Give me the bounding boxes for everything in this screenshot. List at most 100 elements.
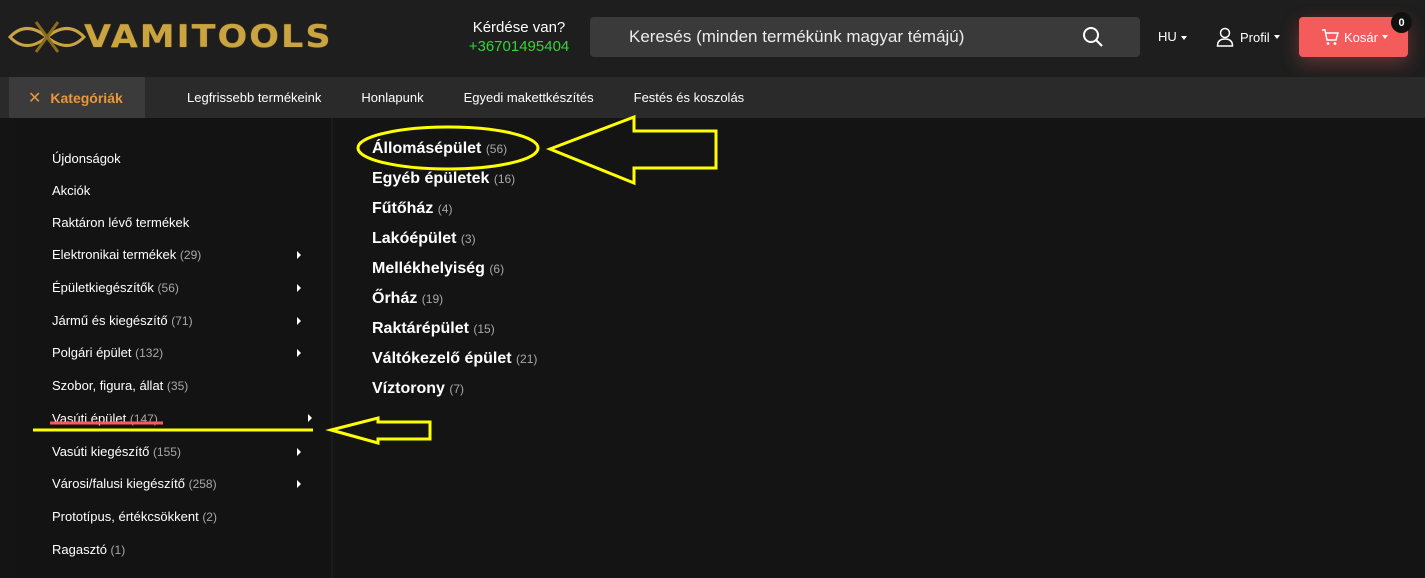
sidebar-item-label: Polgári épület	[52, 345, 132, 360]
close-icon: ✕	[28, 89, 42, 107]
subcategory-count: (15)	[473, 322, 495, 336]
categories-toggle-button[interactable]: ✕ Kategóriák	[9, 77, 145, 118]
header: VAMITOOLS Kérdése van? +36701495404 Kere…	[0, 0, 1425, 77]
sidebar-item-label: Akciók	[52, 183, 91, 198]
subcategory-item[interactable]: Lakóépület (3)	[372, 230, 476, 248]
subcategory-item[interactable]: Egyéb épületek (16)	[372, 170, 515, 188]
subcategory-item[interactable]: Őrház (19)	[372, 290, 443, 308]
sidebar-item[interactable]: Városi/falusi kiegészítő (258)	[52, 476, 217, 491]
subcategory-label: Egyéb épületek	[372, 170, 490, 187]
logo-mark-icon	[7, 21, 87, 53]
sidebar-item-count: (147)	[129, 412, 158, 426]
subcategory-item[interactable]: Raktárépület (15)	[372, 320, 495, 338]
subcategory-item[interactable]: Mellékhelyiség (6)	[372, 260, 504, 278]
subcategory-count: (4)	[437, 202, 453, 216]
subcategory-label: Fűtőház	[372, 200, 434, 217]
contact-phone[interactable]: +36701495404	[462, 38, 576, 55]
subcategory-label: Váltókezelő épület	[372, 350, 512, 367]
subcategory-count: (3)	[460, 232, 476, 246]
sidebar-item-label: Elektronikai termékek	[52, 247, 177, 262]
subcategory-label: Víztorony	[372, 380, 445, 397]
chevron-down-icon	[1381, 35, 1388, 39]
subcategory-count: (16)	[493, 172, 516, 186]
categories-label: Kategóriák	[50, 89, 123, 106]
sidebar-item[interactable]: Polgári épület (132)	[52, 345, 163, 360]
sidebar-item-label: Jármű és kiegészítő	[52, 313, 168, 328]
subcategory-count: (56)	[485, 142, 508, 156]
subcategory-item[interactable]: Fűtőház (4)	[372, 200, 452, 218]
main-nav: ✕ Kategóriák Legfrissebb termékeink Honl…	[0, 77, 1425, 118]
search-placeholder: Keresés (minden termékünk magyar témájú)	[629, 27, 965, 46]
sidebar-item-count: (29)	[179, 248, 202, 262]
chevron-right-icon	[297, 349, 301, 357]
logo-text: VAMITOOLS	[84, 19, 333, 55]
nav-link-newest[interactable]: Legfrissebb termékeink	[187, 90, 321, 105]
sidebar-item[interactable]: Elektronikai termékek (29)	[52, 247, 201, 262]
nav-link-painting[interactable]: Festés és koszolás	[634, 90, 745, 105]
sidebar-item[interactable]: Ragasztó (1)	[52, 542, 125, 557]
sidebar-item[interactable]: Raktáron lévő termékek	[52, 215, 189, 230]
sidebar-item-label: Ragasztó	[52, 542, 107, 557]
subcategory-label: Raktárépület	[372, 320, 469, 337]
subcategory-item[interactable]: Víztorony (7)	[372, 380, 464, 398]
sidebar-item-label: Épületkiegészítők	[52, 280, 154, 295]
nav-link-custom-models[interactable]: Egyedi makettkészítés	[464, 90, 594, 105]
subcategory-label: Lakóépület	[372, 230, 457, 247]
chevron-right-icon	[297, 284, 301, 292]
chevron-right-icon	[297, 448, 301, 456]
sidebar-item-label: Szobor, figura, állat	[52, 378, 164, 393]
sidebar-item-label: Prototípus, értékcsökkent	[52, 509, 199, 524]
sidebar-item-label: Vasúti kiegészítő	[52, 444, 150, 459]
subcategory-label: Állomásépület	[372, 140, 482, 157]
sidebar-item-label: Újdonságok	[52, 151, 121, 166]
cart-button[interactable]: Kosár 0	[1299, 12, 1412, 57]
subcategory-count: (19)	[421, 292, 444, 306]
sidebar-item-count: (132)	[135, 346, 164, 360]
sidebar-item-count: (2)	[202, 510, 217, 524]
chevron-right-icon	[297, 251, 301, 259]
chevron-down-icon	[1180, 35, 1187, 40]
sidebar-item-label: Vasúti épület	[52, 411, 127, 426]
search-input[interactable]: Keresés (minden termékünk magyar témájú)	[590, 17, 1140, 57]
cart-label: Kosár	[1344, 29, 1378, 45]
sidebar-item-count: (71)	[171, 314, 193, 328]
sidebar-item[interactable]: Jármű és kiegészítő (71)	[52, 313, 193, 328]
language-selector[interactable]: HU	[1158, 29, 1187, 44]
sidebar-item-count: (56)	[157, 281, 179, 295]
subcategory-item[interactable]: Váltókezelő épület (21)	[372, 350, 537, 368]
sidebar-item[interactable]: Újdonságok	[52, 151, 121, 166]
nav-links: Legfrissebb termékeink Honlapunk Egyedi …	[187, 90, 784, 105]
subcategory-count: (21)	[516, 352, 538, 366]
sidebar-item-active[interactable]: Vasúti épület (147)	[52, 411, 158, 426]
nav-link-homepage[interactable]: Honlapunk	[361, 90, 423, 105]
chevron-right-icon	[297, 480, 301, 488]
sidebar-item-label: Raktáron lévő termékek	[52, 215, 190, 230]
subcategory-item[interactable]: Állomásépület (56)	[372, 140, 507, 158]
cart-count-badge: 0	[1391, 12, 1412, 33]
subcategory-label: Mellékhelyiség	[372, 260, 485, 277]
subcategory-count: (6)	[489, 262, 505, 276]
sidebar-item-label: Városi/falusi kiegészítő	[52, 476, 185, 491]
sidebar-item[interactable]: Akciók	[52, 183, 90, 198]
sidebar-item-count: (1)	[110, 543, 126, 557]
search-icon[interactable]	[1082, 26, 1104, 48]
sidebar-item-count: (258)	[188, 477, 217, 491]
user-icon	[1216, 27, 1234, 47]
contact-question: Kérdése van?	[472, 19, 566, 36]
sidebar-item-count: (155)	[152, 445, 181, 459]
profile-label: Profil	[1240, 29, 1270, 45]
profile-menu[interactable]: Profil	[1216, 27, 1280, 47]
sidebar-item[interactable]: Épületkiegészítők (56)	[52, 280, 179, 295]
chevron-right-icon	[308, 414, 312, 422]
sidebar-item[interactable]: Szobor, figura, állat (35)	[52, 378, 188, 393]
chevron-down-icon	[1273, 35, 1280, 39]
sidebar-item[interactable]: Vasúti kiegészítő (155)	[52, 444, 181, 459]
contact-block: Kérdése van? +36701495404	[462, 19, 576, 55]
sidebar-item[interactable]: Prototípus, értékcsökkent (2)	[52, 509, 217, 524]
language-label: HU	[1158, 29, 1177, 44]
subcategory-label: Őrház	[372, 290, 418, 307]
arrow-annotation-icon	[325, 416, 432, 445]
logo[interactable]: VAMITOOLS	[6, 16, 333, 58]
sidebar-item-count: (35)	[166, 379, 189, 393]
cart-icon	[1322, 29, 1339, 45]
